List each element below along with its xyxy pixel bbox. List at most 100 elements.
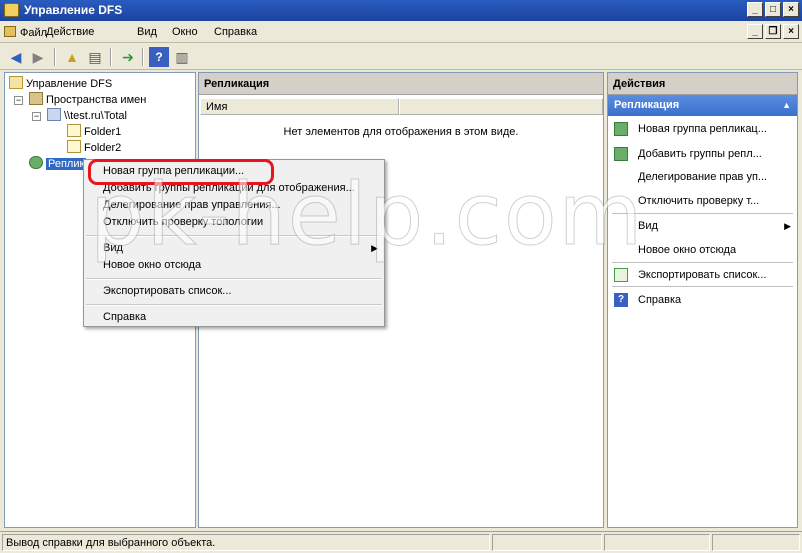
column-header-name[interactable]: Имя — [200, 98, 399, 115]
action-view[interactable]: Вид ▶ — [608, 216, 797, 236]
column-header-empty[interactable] — [399, 98, 603, 115]
action-disable-topology-check[interactable]: Отключить проверку т... — [608, 191, 797, 211]
mdi-restore-button[interactable]: ❐ — [765, 24, 781, 39]
ctx-separator — [86, 304, 382, 306]
tree-label: \\test.ru\Total — [64, 110, 127, 122]
ctx-separator — [86, 278, 382, 280]
menu-action[interactable]: Действие — [46, 26, 94, 38]
menu-view[interactable]: Вид — [137, 26, 157, 38]
submenu-arrow-icon: ▶ — [371, 243, 378, 253]
actions-section-replication[interactable]: Репликация ▲ — [608, 95, 797, 116]
namespace-root-icon — [47, 108, 61, 121]
namespaces-icon — [29, 92, 43, 105]
submenu-arrow-icon: ▶ — [784, 221, 791, 231]
status-bar: Вывод справки для выбранного объекта. — [0, 531, 802, 553]
tree-label-selected: Реплик — [46, 158, 87, 170]
action-new-replication-group[interactable]: Новая группа репликац... — [608, 119, 797, 139]
ctx-disable-topology-check[interactable]: Отключить проверку топологии — [103, 214, 263, 231]
tree-item-folder1[interactable]: Folder1 — [67, 124, 121, 140]
replication-group-icon — [614, 122, 628, 136]
tree-label: Folder2 — [84, 142, 122, 154]
ctx-label: Вид — [103, 242, 123, 254]
actions-header: Действия — [608, 73, 797, 95]
mdi-controls: _ ❐ × — [747, 24, 799, 39]
actions-pane: Действия Репликация ▲ Новая группа репли… — [607, 72, 798, 528]
ctx-view[interactable]: Вид ▶ — [103, 240, 384, 257]
menu-file-label: Файл — [20, 27, 48, 39]
tree-label: Пространства имен — [46, 94, 147, 106]
ctx-help[interactable]: Справка — [103, 309, 146, 326]
tree-label: Управление DFS — [26, 78, 113, 90]
collapse-arrow-icon[interactable]: ▲ — [782, 95, 791, 116]
folder-icon — [67, 124, 81, 137]
toolbar-separator — [54, 48, 56, 66]
mdi-minimize-button[interactable]: _ — [747, 24, 763, 39]
collapse-namespaces-icon[interactable]: − — [14, 96, 23, 105]
help-icon[interactable]: ? — [149, 47, 169, 67]
actions-section-label: Репликация — [614, 99, 680, 111]
close-button[interactable]: × — [783, 2, 799, 17]
show-tree-icon[interactable]: ▤ — [85, 47, 105, 67]
toolbar-separator — [110, 48, 112, 66]
help-icon: ? — [614, 293, 628, 307]
toolbar-separator — [142, 48, 144, 66]
actions-separator — [612, 286, 793, 287]
window-controls: _ □ × — [747, 2, 799, 17]
mdi-close-button[interactable]: × — [783, 24, 799, 39]
export-list-icon — [614, 268, 628, 282]
collapse-namespace-root-icon[interactable]: − — [32, 112, 41, 121]
ctx-export-list[interactable]: Экспортировать список... — [103, 283, 231, 300]
action-label: Новая группа репликац... — [638, 123, 767, 135]
toolbar: ◀ ▶ ▲ ▤ ➔ ? ▥ — [0, 44, 802, 70]
export-icon[interactable]: ➔ — [118, 47, 138, 67]
minimize-button[interactable]: _ — [747, 2, 763, 17]
status-text: Вывод справки для выбранного объекта. — [2, 534, 490, 551]
back-icon[interactable]: ◀ — [6, 47, 26, 67]
forward-icon[interactable]: ▶ — [28, 47, 48, 67]
action-label: Новое окно отсюда — [638, 244, 737, 256]
up-folder-icon[interactable]: ▲ — [62, 47, 82, 67]
results-header: Репликация — [199, 73, 603, 95]
action-label: Добавить группы репл... — [638, 148, 762, 160]
menu-file[interactable]: Файл — [4, 26, 47, 39]
action-label: Отключить проверку т... — [638, 195, 760, 207]
show-actions-icon[interactable]: ▥ — [172, 47, 192, 67]
ctx-separator — [86, 235, 382, 237]
ctx-delegate-permissions[interactable]: Делегирование прав управления... — [103, 197, 281, 214]
tree-item-namespace-root[interactable]: \\test.ru\Total — [47, 108, 127, 124]
action-label: Вид — [638, 220, 658, 232]
status-panel — [492, 534, 602, 551]
empty-message: Нет элементов для отображения в этом вид… — [283, 126, 519, 138]
menu-window[interactable]: Окно — [172, 26, 198, 38]
dfs-app-icon — [4, 3, 19, 17]
action-add-replication-groups[interactable]: Добавить группы репл... — [608, 144, 797, 164]
window-title: Управление DFS — [24, 3, 123, 17]
action-label: Справка — [638, 294, 682, 306]
tree-item-dfs-management[interactable]: Управление DFS — [9, 76, 112, 92]
tree-item-namespaces[interactable]: Пространства имен — [29, 92, 146, 108]
menu-bar: Файл Действие Вид Окно Справка _ ❐ × — [0, 21, 802, 43]
replication-group-icon — [614, 147, 628, 161]
file-menu-icon — [4, 26, 16, 37]
title-bar: Управление DFS _ □ × — [0, 0, 802, 21]
folder-icon — [67, 140, 81, 153]
highlight-annotation — [88, 159, 274, 185]
action-help[interactable]: ? Справка — [608, 290, 797, 310]
action-label: Экспортировать список... — [638, 269, 767, 281]
tree-item-replication[interactable]: Реплик — [29, 156, 87, 172]
action-new-window[interactable]: Новое окно отсюда — [608, 240, 797, 260]
action-delegate-permissions[interactable]: Делегирование прав уп... — [608, 167, 797, 187]
actions-separator — [612, 213, 793, 214]
replication-icon — [29, 156, 43, 169]
dfs-management-icon — [9, 76, 23, 89]
tree-label: Folder1 — [84, 126, 122, 138]
action-label: Делегирование прав уп... — [638, 171, 768, 183]
maximize-button[interactable]: □ — [765, 2, 781, 17]
actions-separator — [612, 262, 793, 263]
tree-item-folder2[interactable]: Folder2 — [67, 140, 121, 156]
menu-help[interactable]: Справка — [214, 26, 257, 38]
ctx-new-window[interactable]: Новое окно отсюда — [103, 257, 201, 274]
status-panel — [604, 534, 710, 551]
status-panel — [712, 534, 800, 551]
action-export-list[interactable]: Экспортировать список... — [608, 265, 797, 285]
